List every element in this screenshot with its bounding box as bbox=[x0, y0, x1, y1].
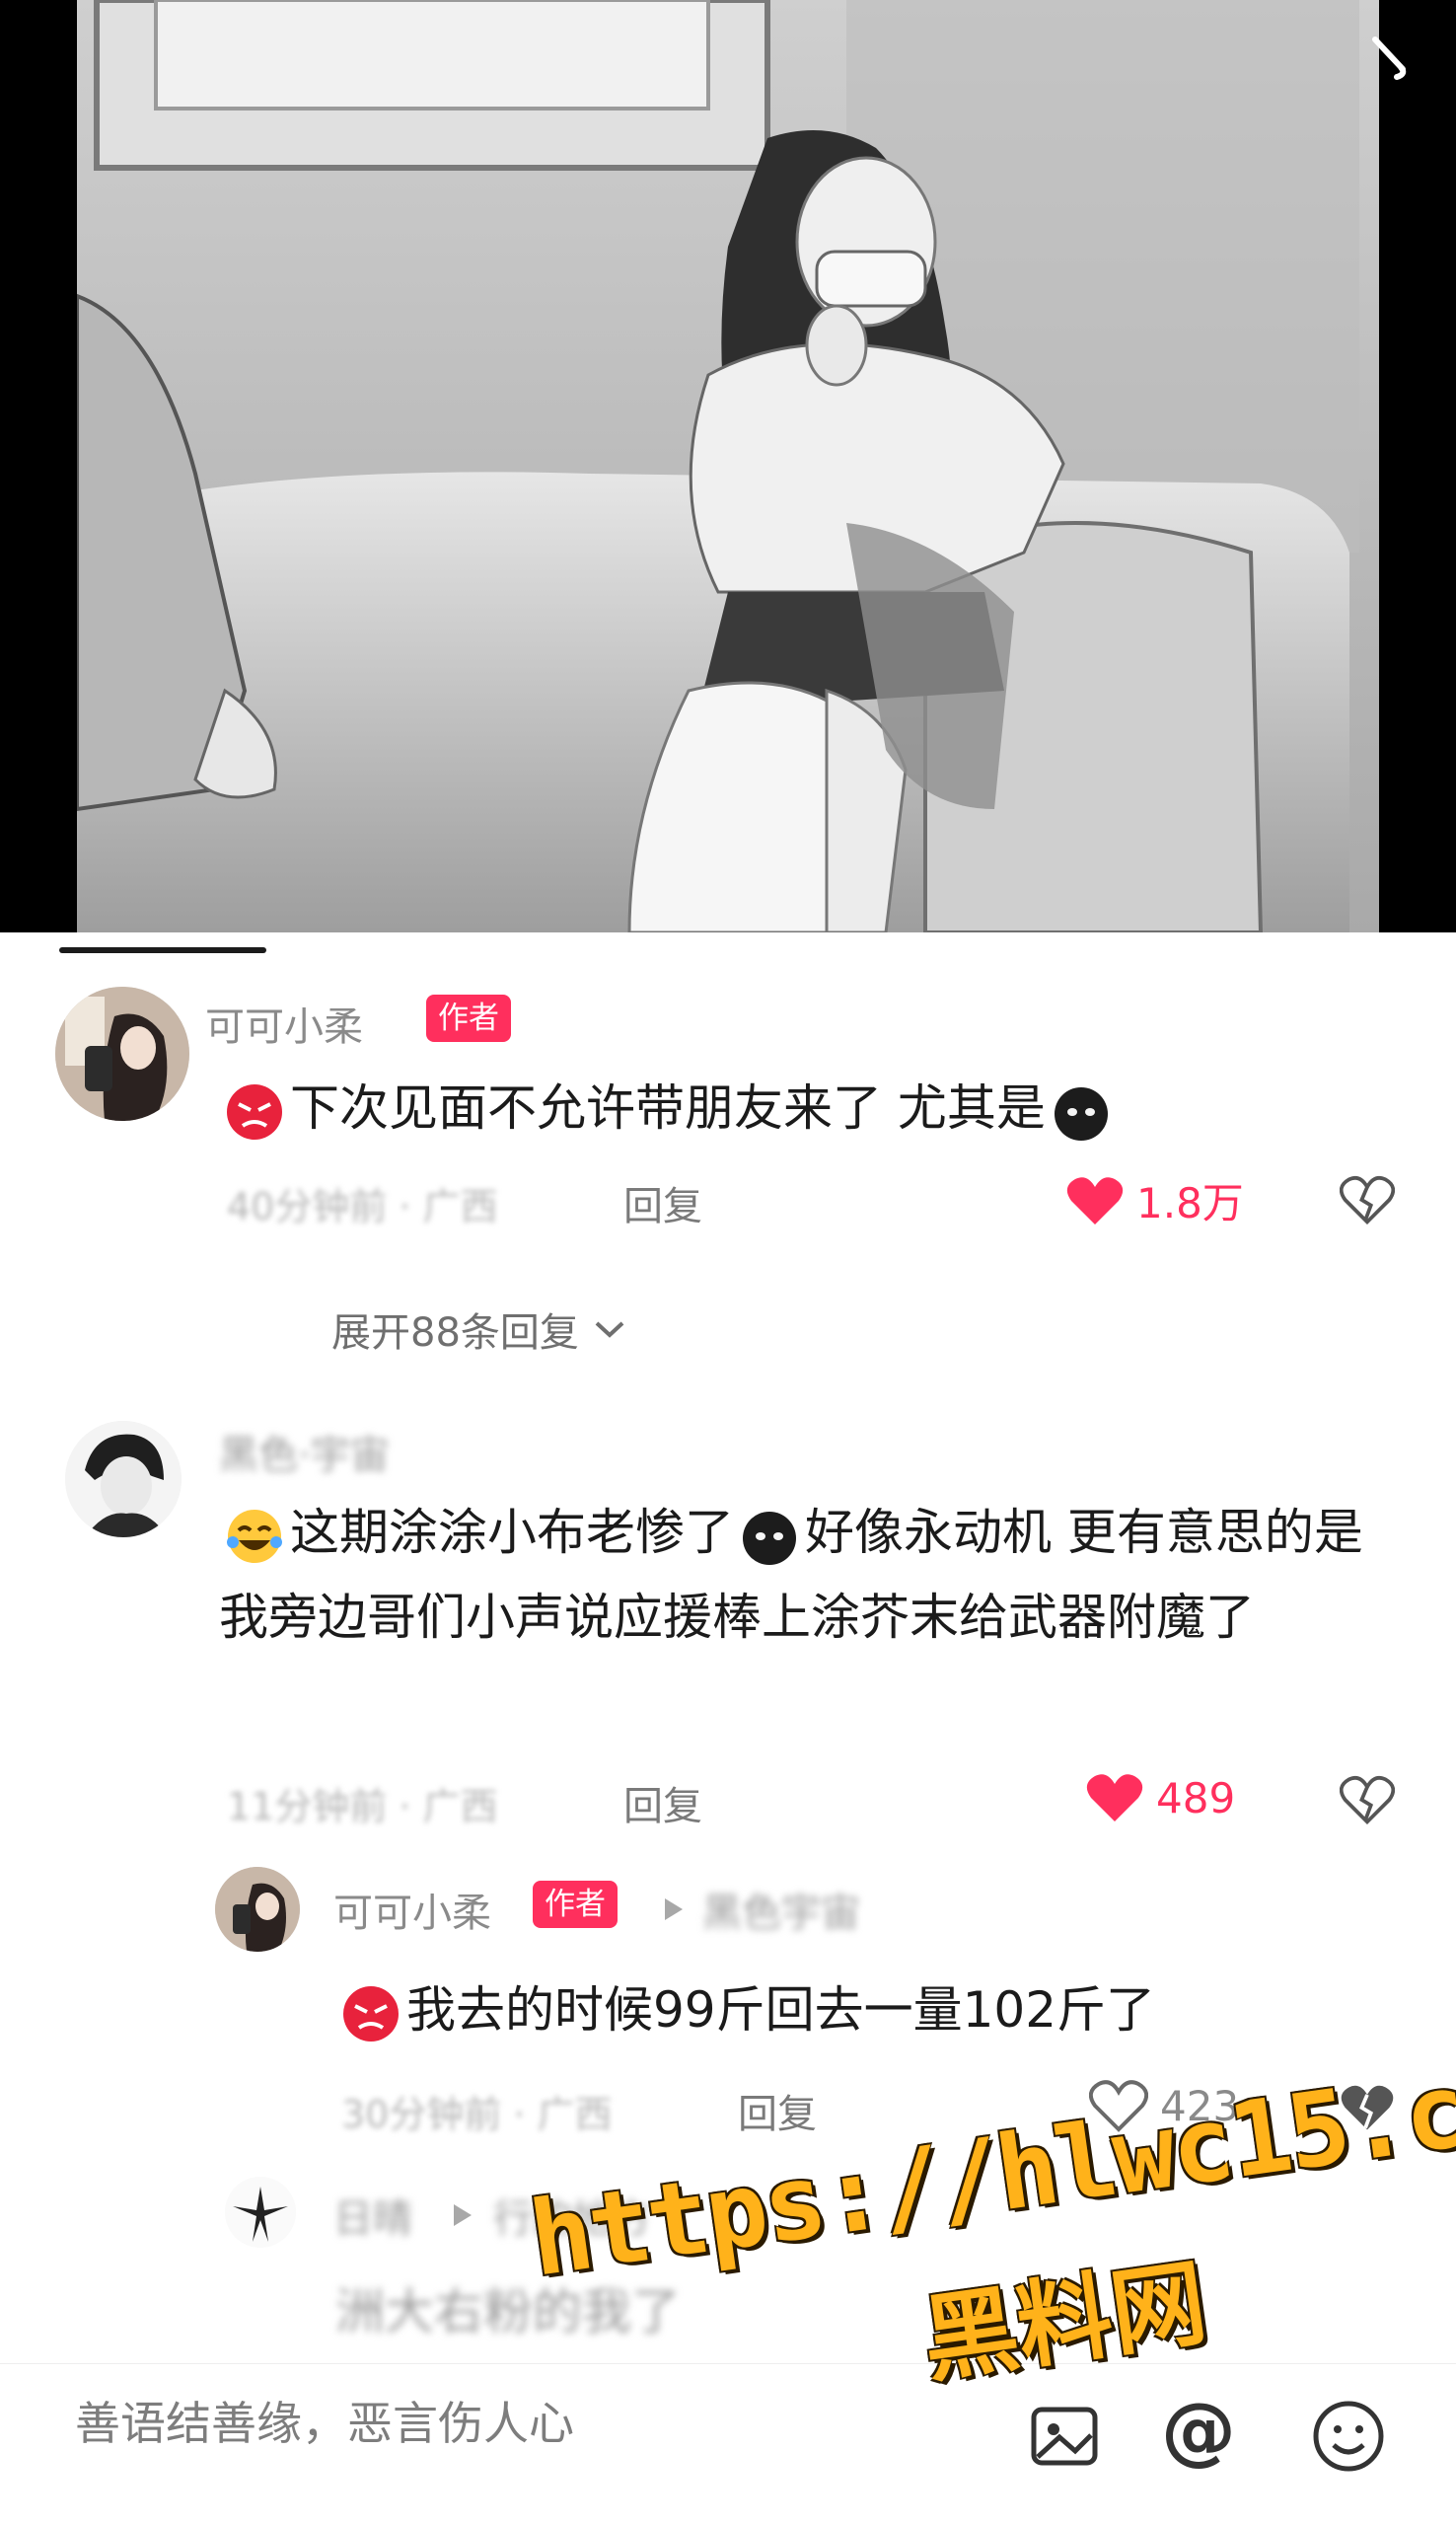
image-icon[interactable] bbox=[1026, 2398, 1103, 2475]
reply-username[interactable]: 日晴 bbox=[333, 2187, 412, 2244]
laughing-tears-emoji bbox=[225, 1507, 284, 1566]
reply-username[interactable]: 可可小柔 bbox=[333, 1881, 491, 1938]
comment-username[interactable]: 黑色·宇宙 bbox=[219, 1423, 390, 1480]
like-button[interactable]: 1.8万 bbox=[1065, 1170, 1244, 1230]
heart-filled-icon bbox=[1086, 1774, 1143, 1821]
user-avatar-boy[interactable] bbox=[65, 1421, 182, 1537]
comment-text: 下次见面不允许带朋友来了 尤其是 bbox=[219, 1066, 1353, 1151]
reply-arrow-icon bbox=[452, 2202, 473, 2232]
like-count: 489 bbox=[1156, 1773, 1236, 1822]
comment-text-part1: 这期涂涂小布老惨了 bbox=[290, 1504, 734, 1561]
author-badge: 作者 bbox=[426, 995, 511, 1042]
user-avatar[interactable] bbox=[225, 2177, 296, 2248]
video-frame[interactable] bbox=[0, 0, 1456, 932]
close-icon[interactable] bbox=[1357, 30, 1417, 89]
like-count: 1.8万 bbox=[1136, 1179, 1244, 1227]
comment-username[interactable]: 可可小柔 bbox=[205, 995, 363, 1052]
sketch-illustration bbox=[77, 0, 1379, 932]
heart-filled-icon bbox=[1066, 1176, 1124, 1225]
comment-meta: 40分钟前 · 广西 bbox=[227, 1185, 498, 1228]
expand-replies[interactable]: 展开88条回复 bbox=[331, 1300, 626, 1358]
reply-button[interactable]: 回复 bbox=[738, 2082, 817, 2139]
drag-handle[interactable] bbox=[59, 947, 266, 953]
reply-button[interactable]: 回复 bbox=[623, 1774, 702, 1831]
watermark-site-name: 黑料网 bbox=[915, 2247, 1213, 2397]
expand-replies-label: 展开88条回复 bbox=[331, 1310, 579, 1356]
reply-text-content: 我去的时候99斤回去一量102斤了 bbox=[406, 1981, 1156, 2039]
author-badge: 作者 bbox=[533, 1881, 618, 1928]
reply-to-username[interactable]: 黑色宇宙 bbox=[702, 1881, 860, 1938]
user-avatar-girl[interactable] bbox=[215, 1867, 300, 1952]
angry-face-emoji bbox=[225, 1082, 284, 1142]
comment-meta: 11分钟前 · 广西 bbox=[227, 1785, 498, 1828]
reply-meta: 30分钟前 · 广西 bbox=[341, 2093, 613, 2136]
dislike-icon[interactable] bbox=[1339, 1172, 1396, 1227]
at-icon[interactable]: @ bbox=[1160, 2392, 1237, 2469]
reply-text: 我去的时候99斤回去一量102斤了 bbox=[335, 1968, 1401, 2052]
dark-face-emoji bbox=[740, 1507, 799, 1566]
like-button[interactable]: 489 bbox=[1085, 1770, 1235, 1825]
angry-face-emoji bbox=[341, 1984, 400, 2043]
dislike-icon[interactable] bbox=[1339, 1772, 1396, 1827]
reply-button[interactable]: 回复 bbox=[623, 1174, 702, 1231]
user-avatar-girl[interactable] bbox=[55, 987, 189, 1121]
comment-input[interactable]: 善语结善缘，恶言伤人心 bbox=[75, 2388, 574, 2453]
emoji-icon[interactable] bbox=[1310, 2398, 1387, 2475]
comment-text: 这期涂涂小布老惨了 好像永动机 更有意思的是我旁边哥们小声说应援棒上涂芥末给武器… bbox=[219, 1490, 1403, 1660]
reply-arrow-icon bbox=[663, 1896, 685, 1926]
chevron-down-icon bbox=[595, 1321, 624, 1338]
dark-face-emoji bbox=[1052, 1082, 1111, 1142]
comment-text-content: 下次见面不允许带朋友来了 尤其是 bbox=[290, 1079, 1046, 1137]
